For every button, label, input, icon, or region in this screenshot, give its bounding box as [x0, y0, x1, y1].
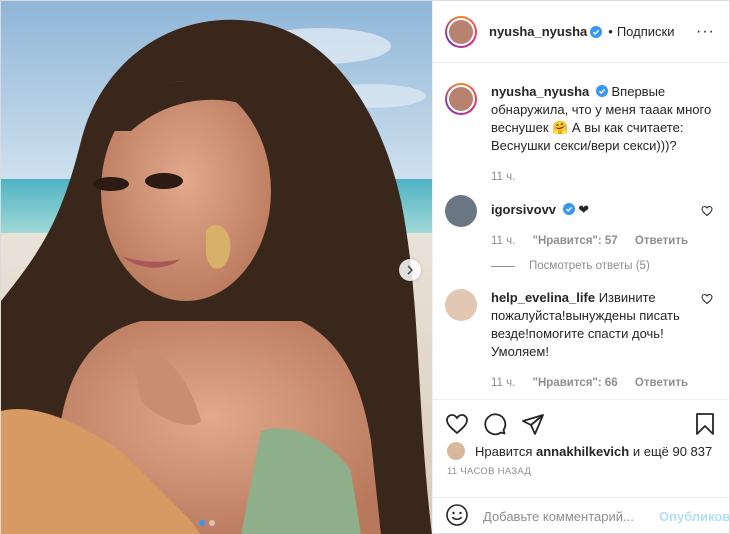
- likes-summary: Нравится annakhilkevich и ещё 90 837: [433, 440, 729, 460]
- share-paper-plane-icon[interactable]: [521, 412, 545, 436]
- commenter-avatar[interactable]: [445, 289, 477, 321]
- comment-username[interactable]: igorsivovv: [491, 202, 556, 217]
- action-icons: [433, 400, 729, 440]
- verified-badge-icon: [562, 203, 575, 215]
- comment-likes-count[interactable]: "Нравится": 57: [533, 235, 618, 247]
- caption-avatar[interactable]: [445, 83, 477, 115]
- add-comment-bar: Опубликовать: [433, 497, 730, 534]
- carousel-indicator: [199, 520, 215, 526]
- caption-username[interactable]: nyusha_nyusha: [491, 84, 589, 99]
- post-photo: [1, 1, 432, 534]
- view-replies-label: Посмотреть ответы (5): [529, 260, 650, 272]
- caption-time: 11 ч.: [491, 171, 516, 183]
- comment-row: igorsivovv ❤ 11 ч. "Нравится": 57 Ответи…: [445, 195, 715, 250]
- commenter-avatar[interactable]: [445, 195, 477, 227]
- comments-list: nyusha_nyusha Впервые обнаружила, что у …: [433, 63, 729, 399]
- emoji-smiley-icon[interactable]: [445, 503, 469, 530]
- post-media: [1, 1, 432, 534]
- view-replies-button[interactable]: Посмотреть ответы (5): [491, 260, 650, 272]
- follow-separator: •: [608, 24, 613, 39]
- carousel-dot: [209, 520, 215, 526]
- post-timestamp: 11 ЧАСОВ НАЗАД: [447, 466, 532, 477]
- comment-likes-count[interactable]: "Нравится": 66: [533, 377, 618, 389]
- verified-badge-icon: [590, 25, 603, 38]
- next-slide-button[interactable]: [399, 259, 421, 281]
- author-username[interactable]: nyusha_nyusha: [489, 24, 587, 39]
- comment-bubble-icon[interactable]: [483, 412, 507, 436]
- reply-button[interactable]: Ответить: [635, 377, 688, 389]
- save-bookmark-icon[interactable]: [693, 412, 717, 436]
- liker-username[interactable]: annakhilkevich: [536, 444, 629, 459]
- reply-button[interactable]: Ответить: [635, 235, 688, 247]
- liker-avatar[interactable]: [447, 442, 465, 460]
- chevron-right-icon: [407, 265, 414, 275]
- comment-input[interactable]: [483, 509, 659, 524]
- instagram-post: nyusha_nyusha • Подписки ··· nyusha_nyus…: [0, 0, 730, 534]
- carousel-dot-active: [199, 520, 205, 526]
- more-options-icon[interactable]: ···: [696, 23, 715, 41]
- comment-time: 11 ч.: [491, 235, 516, 247]
- following-button[interactable]: Подписки: [617, 24, 675, 39]
- like-comment-heart-icon[interactable]: [701, 205, 713, 217]
- comment-username[interactable]: help_evelina_life: [491, 290, 595, 305]
- likes-count[interactable]: и ещё 90 837: [633, 444, 712, 459]
- publish-comment-button[interactable]: Опубликовать: [659, 509, 730, 524]
- like-comment-heart-icon[interactable]: [701, 293, 713, 305]
- comment-time: 11 ч.: [491, 377, 516, 389]
- caption-row: nyusha_nyusha Впервые обнаружила, что у …: [445, 83, 715, 186]
- like-heart-icon[interactable]: [445, 412, 469, 436]
- likes-prefix: Нравится: [475, 443, 533, 459]
- post-actions: Нравится annakhilkevich и ещё 90 837 11 …: [433, 399, 730, 534]
- comment-row: help_evelina_life Извините пожалуйста!вы…: [445, 289, 715, 392]
- author-avatar[interactable]: [445, 15, 477, 48]
- comment-text: ❤: [578, 202, 590, 217]
- post-sidebar: nyusha_nyusha • Подписки ··· nyusha_nyus…: [432, 1, 730, 534]
- post-header: nyusha_nyusha • Подписки ···: [433, 1, 729, 63]
- verified-badge-icon: [595, 85, 608, 97]
